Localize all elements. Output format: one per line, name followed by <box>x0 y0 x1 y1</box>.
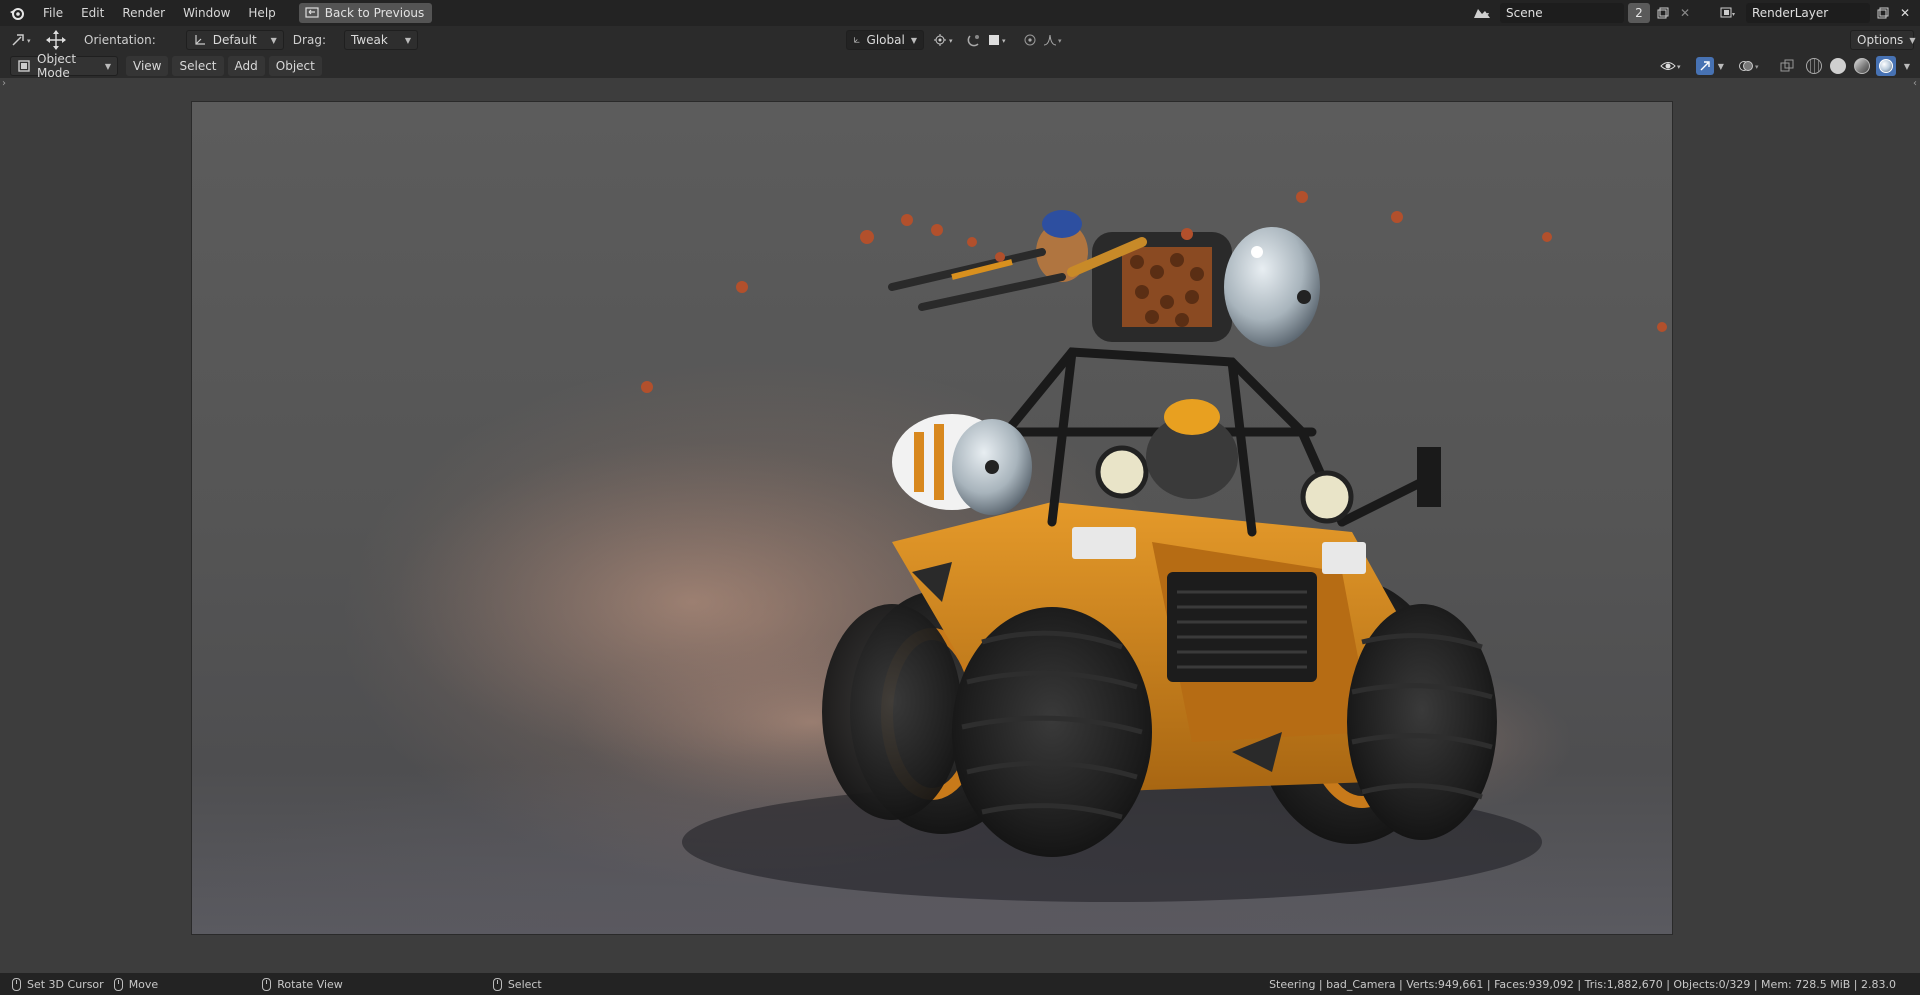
orientation-value: Default <box>212 33 257 47</box>
viewport-display-controls: ▾ ▼ ▾ ▼ <box>1658 56 1910 76</box>
rendered-shading-icon[interactable] <box>1875 56 1896 76</box>
left-toolbar-arrow-icon[interactable]: › <box>2 78 6 89</box>
scene-statistics: Steering | bad_Camera | Verts:949,661 | … <box>1269 977 1896 991</box>
select-menu[interactable]: Select <box>172 56 224 76</box>
wireframe-shading-icon[interactable] <box>1804 56 1824 76</box>
svg-text:▾: ▾ <box>1755 63 1759 71</box>
right-sidebar-arrow-icon[interactable]: ‹ <box>1913 78 1917 89</box>
chevron-down-icon: ▼ <box>270 35 277 45</box>
transform-orientation-value: Global <box>866 33 905 47</box>
render-layer-field[interactable]: RenderLayer <box>1746 3 1870 23</box>
object-mode-icon <box>18 60 30 72</box>
select-text: Select <box>507 977 542 991</box>
mode-value: Object Mode <box>37 52 77 80</box>
svg-text:▾: ▾ <box>1486 11 1489 18</box>
new-scene-icon[interactable] <box>1654 3 1672 23</box>
delete-render-layer-icon[interactable]: ✕ <box>1896 3 1914 23</box>
menu-window[interactable]: Window <box>174 3 239 23</box>
move-text: Move <box>128 977 159 991</box>
drag-value: Tweak <box>350 33 388 47</box>
options-label: Options <box>1857 33 1904 47</box>
screen-back-icon <box>305 7 319 18</box>
mouse-drag-icon <box>113 977 123 991</box>
object-menu[interactable]: Object <box>268 56 322 76</box>
status-set-cursor: Set 3D Cursor <box>12 977 104 991</box>
svg-text:▾: ▾ <box>1002 37 1006 45</box>
menu-help[interactable]: Help <box>239 3 284 23</box>
drag-dropdown[interactable]: Tweak ▼ <box>343 30 418 50</box>
scene-name-text: Scene <box>1506 6 1543 20</box>
shading-chevron-icon[interactable]: ▼ <box>1904 62 1910 71</box>
camera-render-view[interactable] <box>191 101 1673 935</box>
chevron-down-icon: ▼ <box>104 61 111 71</box>
blender-logo-icon[interactable] <box>0 0 34 26</box>
render-layer-text: RenderLayer <box>1752 6 1829 20</box>
mouse-left-icon <box>12 977 21 991</box>
solid-shading-icon[interactable] <box>1828 56 1848 76</box>
svg-text:▾: ▾ <box>1732 11 1735 18</box>
back-to-previous-button[interactable]: Back to Previous <box>298 3 433 23</box>
proportional-editing-icon[interactable] <box>1020 30 1040 50</box>
material-shading-icon[interactable] <box>1852 56 1872 76</box>
overlays-icon[interactable]: ▾ <box>1736 56 1766 76</box>
options-dropdown[interactable]: Options ▼ <box>1850 30 1916 50</box>
render-layer-icon[interactable]: ▾ <box>1716 3 1742 23</box>
back-to-previous-label: Back to Previous <box>324 6 425 20</box>
status-rotate: Rotate View <box>262 977 343 991</box>
status-bar: Set 3D Cursor Move Rotate View Select St… <box>0 973 1920 995</box>
3d-viewport[interactable]: › ‹ <box>0 78 1920 973</box>
mode-dropdown[interactable]: Object Mode ▼ <box>10 52 118 80</box>
add-menu[interactable]: Add <box>227 56 265 76</box>
set-cursor-text: Set 3D Cursor <box>27 977 104 991</box>
chevron-down-icon: ▼ <box>1909 35 1916 45</box>
rotate-text: Rotate View <box>277 977 343 991</box>
xray-icon[interactable] <box>1776 56 1798 76</box>
svg-text:▾: ▾ <box>27 37 31 45</box>
move-tool-icon[interactable] <box>42 29 70 51</box>
svg-text:▾: ▾ <box>1677 63 1681 71</box>
rendered-vehicle-scene <box>392 191 1667 902</box>
top-bar: File Edit Render Window Help Back to Pre… <box>0 0 1920 26</box>
transform-orientation-dropdown[interactable]: Global ▼ <box>845 30 924 50</box>
menu-render[interactable]: Render <box>113 3 174 23</box>
scene-selector-group: ▾ Scene 2 ✕ ▾ RenderLayer ✕ <box>1468 3 1920 23</box>
falloff-icon[interactable]: ▾ <box>1040 30 1070 50</box>
chevron-down-icon: ▼ <box>910 35 917 45</box>
view-menu[interactable]: View <box>126 56 169 76</box>
scene-icon[interactable]: ▾ <box>1468 3 1496 23</box>
snap-icon[interactable] <box>964 30 984 50</box>
tool-settings-icon[interactable]: ▾ <box>6 30 42 50</box>
snap-element-icon[interactable]: ▾ <box>984 30 1014 50</box>
global-axis-icon <box>854 37 860 43</box>
axis-icon <box>195 35 205 45</box>
orientation-label: Orientation: <box>84 33 156 47</box>
chevron-down-icon: ▼ <box>404 35 411 45</box>
svg-text:▾: ▾ <box>949 37 953 45</box>
delete-scene-icon[interactable]: ✕ <box>1676 3 1694 23</box>
orientation-dropdown[interactable]: Default ▼ <box>185 30 284 50</box>
status-select: Select <box>492 977 542 991</box>
tool-settings-bar: ▾ Orientation: Default ▼ Drag: Tweak ▼ G… <box>0 26 1920 54</box>
menu-file[interactable]: File <box>34 3 72 23</box>
scene-users-count[interactable]: 2 <box>1628 3 1650 23</box>
scene-name-field[interactable]: Scene <box>1500 3 1624 23</box>
mouse-middle-icon <box>262 977 272 991</box>
mouse-right-icon <box>492 977 502 991</box>
pivot-point-icon[interactable]: ▾ <box>930 30 960 50</box>
gizmo-chevron-icon[interactable]: ▼ <box>1718 62 1724 71</box>
visibility-icon[interactable]: ▾ <box>1658 56 1688 76</box>
drag-label: Drag: <box>292 33 326 47</box>
menu-edit[interactable]: Edit <box>72 3 113 23</box>
status-move: Move <box>113 977 159 991</box>
new-render-layer-icon[interactable] <box>1874 3 1892 23</box>
viewport-header: Object Mode ▼ View Select Add Object ▾ ▼… <box>0 52 1920 80</box>
svg-text:▾: ▾ <box>1058 37 1062 45</box>
gizmo-toggle-icon[interactable] <box>1695 57 1714 75</box>
